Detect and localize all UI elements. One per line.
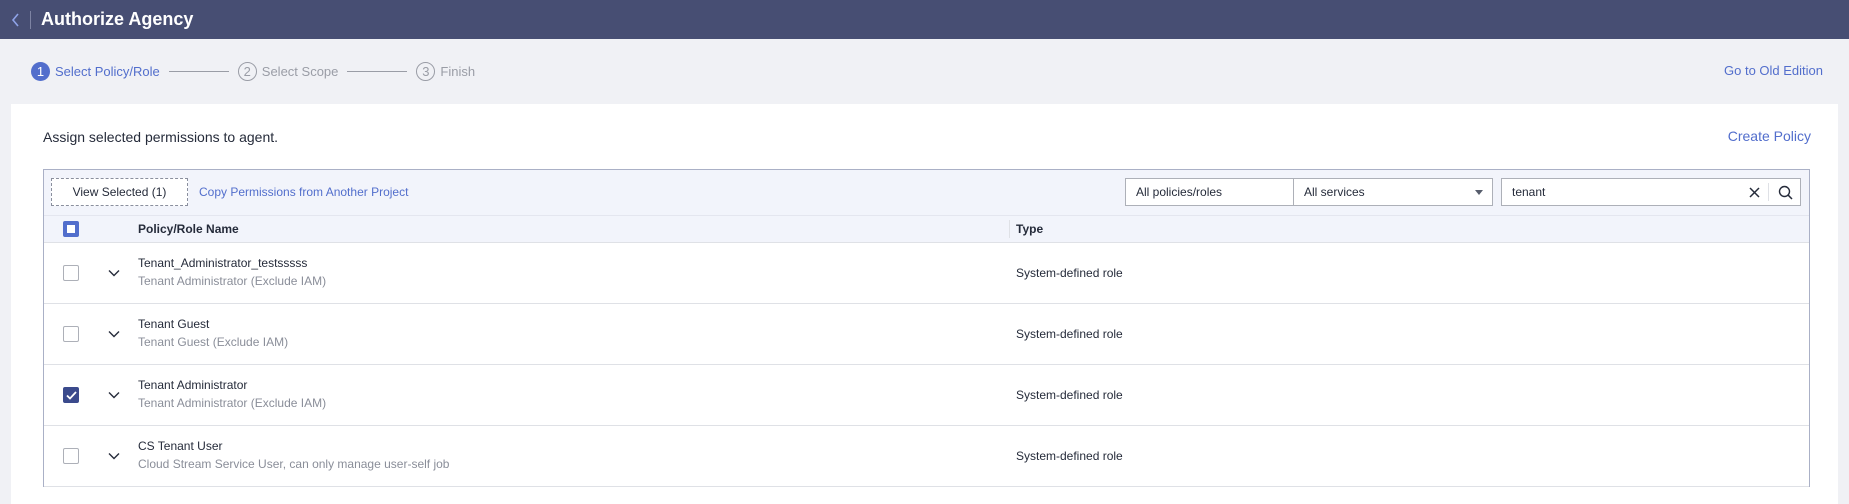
policy-type: System-defined role xyxy=(1016,266,1123,280)
header-divider xyxy=(30,10,31,29)
table-row[interactable]: Tenant_Administrator_testsssss Tenant Ad… xyxy=(44,243,1809,304)
chevron-down-icon xyxy=(108,270,120,277)
service-select[interactable]: All services xyxy=(1293,178,1493,206)
step-number-3: 3 xyxy=(416,61,436,81)
row-checkbox[interactable] xyxy=(63,448,79,464)
step-select-scope: 2 Select Scope xyxy=(237,61,339,81)
policy-description: Tenant Guest (Exclude IAM) xyxy=(138,335,289,349)
step-finish: 3 Finish xyxy=(416,61,476,81)
go-to-old-edition-link[interactable]: Go to Old Edition xyxy=(1724,63,1823,78)
indeterminate-mark xyxy=(67,225,75,233)
policy-table-panel: View Selected (1) Copy Permissions from … xyxy=(43,169,1810,487)
policy-description: Tenant Administrator (Exclude IAM) xyxy=(138,274,327,288)
expand-row-button[interactable] xyxy=(106,326,122,342)
step-indicator: 1 Select Policy/Role 2 Select Scope 3 Fi… xyxy=(31,60,475,82)
chevron-left-icon xyxy=(11,12,19,27)
policy-name: CS Tenant User xyxy=(138,439,223,453)
step-label-1: Select Policy/Role xyxy=(55,63,160,79)
step-number-1: 1 xyxy=(31,61,50,81)
table-row[interactable]: Tenant Administrator Tenant Administrato… xyxy=(44,365,1809,426)
column-header-type: Type xyxy=(1016,222,1044,236)
search-icon xyxy=(1778,185,1793,200)
policy-type: System-defined role xyxy=(1016,449,1123,463)
checkmark-icon xyxy=(65,390,77,400)
policy-name: Tenant Guest xyxy=(138,317,210,331)
chevron-down-icon xyxy=(108,331,120,338)
table-toolbar: View Selected (1) Copy Permissions from … xyxy=(44,170,1809,215)
column-header-name: Policy/Role Name xyxy=(138,222,239,236)
caret-down-icon xyxy=(1475,190,1483,195)
search-divider xyxy=(1768,183,1769,201)
step-connector xyxy=(168,70,229,72)
table-row[interactable]: CS Tenant User Cloud Stream Service User… xyxy=(44,426,1809,487)
page-title: Authorize Agency xyxy=(41,9,194,29)
policy-name: Tenant_Administrator_testsssss xyxy=(138,256,308,270)
step-connector xyxy=(347,70,408,72)
row-checkbox[interactable] xyxy=(63,265,79,281)
back-button[interactable] xyxy=(2,0,30,39)
policy-type-select-value: All policies/roles xyxy=(1136,185,1223,199)
policy-type: System-defined role xyxy=(1016,327,1123,341)
column-separator xyxy=(1009,220,1010,238)
expand-row-button[interactable] xyxy=(106,387,122,403)
clear-search-button[interactable] xyxy=(1745,183,1763,201)
step-select-policy: 1 Select Policy/Role xyxy=(31,61,160,81)
expand-row-button[interactable] xyxy=(106,448,122,464)
search-button[interactable] xyxy=(1774,182,1796,202)
intro-text: Assign selected permissions to agent. xyxy=(43,129,279,145)
policy-name: Tenant Administrator xyxy=(138,378,248,392)
top-header-bar: Authorize Agency xyxy=(0,0,1849,39)
service-select-value: All services xyxy=(1304,185,1365,199)
create-policy-link[interactable]: Create Policy xyxy=(1728,128,1811,144)
close-icon xyxy=(1748,186,1760,198)
table-header: Policy/Role Name Type xyxy=(44,215,1809,243)
copy-permissions-link[interactable]: Copy Permissions from Another Project xyxy=(199,185,408,199)
step-label-3: Finish xyxy=(440,63,476,79)
table-row[interactable]: Tenant Guest Tenant Guest (Exclude IAM) … xyxy=(44,304,1809,365)
policy-description: Cloud Stream Service User, can only mana… xyxy=(138,457,450,471)
policy-description: Tenant Administrator (Exclude IAM) xyxy=(138,396,327,410)
step-number-2: 2 xyxy=(237,61,257,81)
select-all-checkbox[interactable] xyxy=(63,221,79,237)
main-card: Assign selected permissions to agent. Cr… xyxy=(11,104,1838,504)
row-checkbox[interactable] xyxy=(63,387,79,403)
chevron-down-icon xyxy=(108,392,120,399)
view-selected-button[interactable]: View Selected (1) xyxy=(51,178,188,206)
row-checkbox[interactable] xyxy=(63,326,79,342)
policy-type: System-defined role xyxy=(1016,388,1123,402)
search-box xyxy=(1501,178,1801,206)
chevron-down-icon xyxy=(108,453,120,460)
step-label-2: Select Scope xyxy=(261,63,339,79)
search-input[interactable] xyxy=(1502,179,1742,205)
expand-row-button[interactable] xyxy=(106,265,122,281)
